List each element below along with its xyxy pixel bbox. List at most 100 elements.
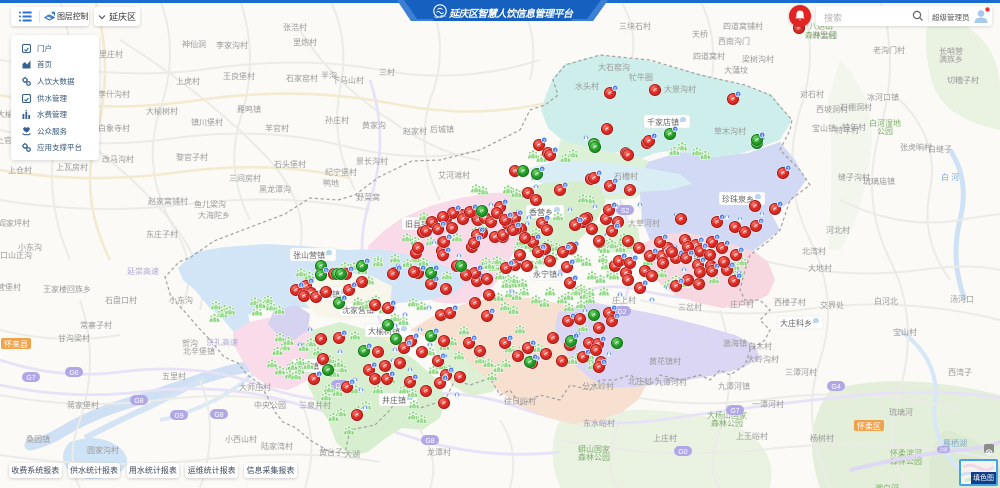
svg-text:大石窑沟: 大石窑沟 bbox=[598, 62, 630, 72]
svg-text:西湾子: 西湾子 bbox=[948, 367, 972, 377]
svg-text:天桥: 天桥 bbox=[692, 29, 708, 39]
svg-text:京礼高速: 京礼高速 bbox=[206, 337, 238, 347]
svg-text:镇川堡村: 镇川堡村 bbox=[191, 117, 223, 127]
svg-text:艾河滩村: 艾河滩村 bbox=[438, 170, 470, 180]
svg-text:杨树村: 杨树村 bbox=[810, 433, 834, 443]
svg-text:黎官子村: 黎官子村 bbox=[176, 152, 208, 162]
svg-text:珍珠泉乡: 珍珠泉乡 bbox=[722, 194, 754, 204]
svg-text:中央公园: 中央公园 bbox=[254, 400, 286, 410]
svg-text:G9: G9 bbox=[174, 413, 183, 420]
svg-text:森林公园: 森林公园 bbox=[805, 30, 837, 40]
svg-text:G6: G6 bbox=[69, 370, 78, 377]
svg-text:上仓村: 上仓村 bbox=[8, 165, 32, 175]
svg-text:白 河: 白 河 bbox=[941, 172, 959, 182]
svg-text:东庄子村: 东庄子村 bbox=[146, 229, 178, 239]
svg-text:潮白河: 潮白河 bbox=[875, 483, 899, 488]
svg-text:草木沟村: 草木沟村 bbox=[714, 126, 746, 136]
svg-text:怀来县: 怀来县 bbox=[4, 339, 28, 349]
svg-text:黄家沟: 黄家沟 bbox=[362, 120, 386, 130]
svg-text:桑园镇: 桑园镇 bbox=[26, 434, 50, 444]
svg-text:水口山正沟: 水口山正沟 bbox=[0, 250, 32, 260]
svg-text:G7: G7 bbox=[730, 408, 739, 415]
svg-text:黄花镇村: 黄花镇村 bbox=[649, 356, 681, 366]
svg-text:G7: G7 bbox=[26, 375, 35, 382]
svg-text:香营乡: 香营乡 bbox=[529, 207, 553, 217]
svg-text:小西山村: 小西山村 bbox=[225, 434, 257, 444]
svg-text:上瓦房村: 上瓦房村 bbox=[56, 162, 88, 172]
svg-text:四道窝铺村: 四道窝铺村 bbox=[723, 21, 763, 31]
svg-text:三块石村: 三块石村 bbox=[619, 21, 651, 31]
svg-text:牤牛圈: 牤牛圈 bbox=[629, 72, 653, 82]
svg-text:交界处: 交界处 bbox=[820, 300, 844, 310]
svg-text:北辛堡镇: 北辛堡镇 bbox=[183, 346, 215, 356]
svg-text:北庄村: 北庄村 bbox=[628, 376, 652, 386]
svg-text:纪宁堡村: 纪宁堡村 bbox=[325, 167, 357, 177]
svg-text:张山营镇: 张山营镇 bbox=[293, 250, 325, 260]
svg-text:G8: G8 bbox=[134, 398, 143, 405]
svg-text:切糟子村: 切糟子村 bbox=[947, 75, 979, 85]
svg-text:河北村: 河北村 bbox=[826, 225, 850, 235]
svg-text:大地村: 大地村 bbox=[808, 263, 832, 273]
svg-text:汤河口: 汤河口 bbox=[950, 294, 974, 304]
svg-text:三潭河村: 三潭河村 bbox=[785, 367, 817, 377]
svg-text:G0: G0 bbox=[678, 449, 687, 456]
svg-text:鸭地: 鸭地 bbox=[323, 178, 339, 188]
svg-text:蒋家堡村: 蒋家堡村 bbox=[67, 400, 99, 410]
svg-text:孙庄村: 孙庄村 bbox=[325, 115, 349, 125]
svg-text:景长沟村: 景长沟村 bbox=[356, 156, 388, 166]
svg-text:老沟门村: 老沟门村 bbox=[873, 45, 905, 55]
svg-text:白象寺村: 白象寺村 bbox=[98, 123, 130, 133]
svg-text:琉璃河: 琉璃河 bbox=[889, 407, 913, 417]
svg-text:大岭沟村: 大岭沟村 bbox=[747, 354, 779, 364]
svg-text:李什沟村: 李什沟村 bbox=[98, 89, 130, 99]
svg-text:里炮村: 里炮村 bbox=[293, 37, 317, 47]
svg-text:三岔村: 三岔村 bbox=[678, 302, 702, 312]
svg-text:圆家沟村: 圆家沟村 bbox=[87, 445, 119, 455]
svg-text:宝山村: 宝山村 bbox=[893, 327, 917, 337]
svg-text:西南沟门: 西南沟门 bbox=[718, 36, 750, 46]
svg-text:G8: G8 bbox=[425, 438, 434, 445]
svg-text:张浩村: 张浩村 bbox=[283, 22, 307, 32]
svg-text:大蒲坟: 大蒲坟 bbox=[724, 65, 748, 75]
svg-text:白木村: 白木村 bbox=[748, 341, 772, 351]
svg-text:大师庄村: 大师庄村 bbox=[239, 382, 271, 392]
svg-text:赵家窝铺村: 赵家窝铺村 bbox=[148, 196, 188, 206]
svg-text:石棚洞村: 石棚洞村 bbox=[840, 102, 872, 112]
svg-text:上庄村: 上庄村 bbox=[653, 433, 677, 443]
svg-text:大湖: 大湖 bbox=[344, 449, 360, 459]
svg-text:常寨子村: 常寨子村 bbox=[80, 320, 112, 330]
svg-text:上王峪村: 上王峪村 bbox=[736, 431, 768, 441]
svg-text:G8: G8 bbox=[214, 412, 223, 419]
svg-text:森林公园: 森林公园 bbox=[578, 452, 610, 462]
svg-text:后城镇: 后城镇 bbox=[430, 124, 454, 134]
svg-text:一潭河村: 一潭河村 bbox=[752, 399, 784, 409]
svg-text:激海镇: 激海镇 bbox=[723, 338, 747, 348]
svg-text:三间房村: 三间房村 bbox=[229, 173, 261, 183]
svg-text:怀柔区: 怀柔区 bbox=[857, 421, 881, 431]
svg-text:分水岭村: 分水岭村 bbox=[582, 381, 614, 391]
svg-text:鱼儿梁沟: 鱼儿梁沟 bbox=[194, 199, 226, 209]
svg-text:森林公园: 森林公园 bbox=[711, 418, 743, 428]
svg-text:梁树沟村: 梁树沟村 bbox=[742, 54, 774, 64]
svg-text:雁鸣镇: 雁鸣镇 bbox=[237, 104, 261, 114]
svg-text:羊官村: 羊官村 bbox=[265, 123, 289, 133]
svg-text:庄户村: 庄户村 bbox=[730, 299, 754, 309]
svg-text:东水峪村: 东水峪村 bbox=[583, 418, 615, 428]
svg-text:大景沟村: 大景沟村 bbox=[664, 84, 696, 94]
svg-text:上虎村: 上虎村 bbox=[176, 76, 200, 86]
svg-text:改马沟村: 改马沟村 bbox=[102, 154, 134, 164]
svg-text:S2: S2 bbox=[621, 208, 630, 215]
svg-text:阎家坪村: 阎家坪村 bbox=[0, 218, 30, 228]
svg-text:王家楼回族乡: 王家楼回族乡 bbox=[43, 284, 91, 294]
svg-text:黑龙潭沟: 黑龙潭沟 bbox=[259, 184, 291, 194]
svg-text:248: 248 bbox=[939, 448, 948, 454]
svg-text:九潭河村: 九潭河村 bbox=[655, 377, 687, 387]
svg-text:北湾村: 北湾村 bbox=[802, 246, 826, 256]
svg-text:白缝子: 白缝子 bbox=[928, 144, 952, 154]
svg-text:安营堡村: 安营堡村 bbox=[0, 282, 21, 292]
svg-text:五里村: 五里村 bbox=[162, 371, 186, 381]
svg-text:公园: 公园 bbox=[877, 127, 893, 136]
svg-text:琉璃庙镇: 琉璃庙镇 bbox=[863, 176, 895, 186]
svg-text:延崇高速: 延崇高速 bbox=[127, 266, 159, 276]
svg-text:井庄镇: 井庄镇 bbox=[382, 395, 406, 405]
